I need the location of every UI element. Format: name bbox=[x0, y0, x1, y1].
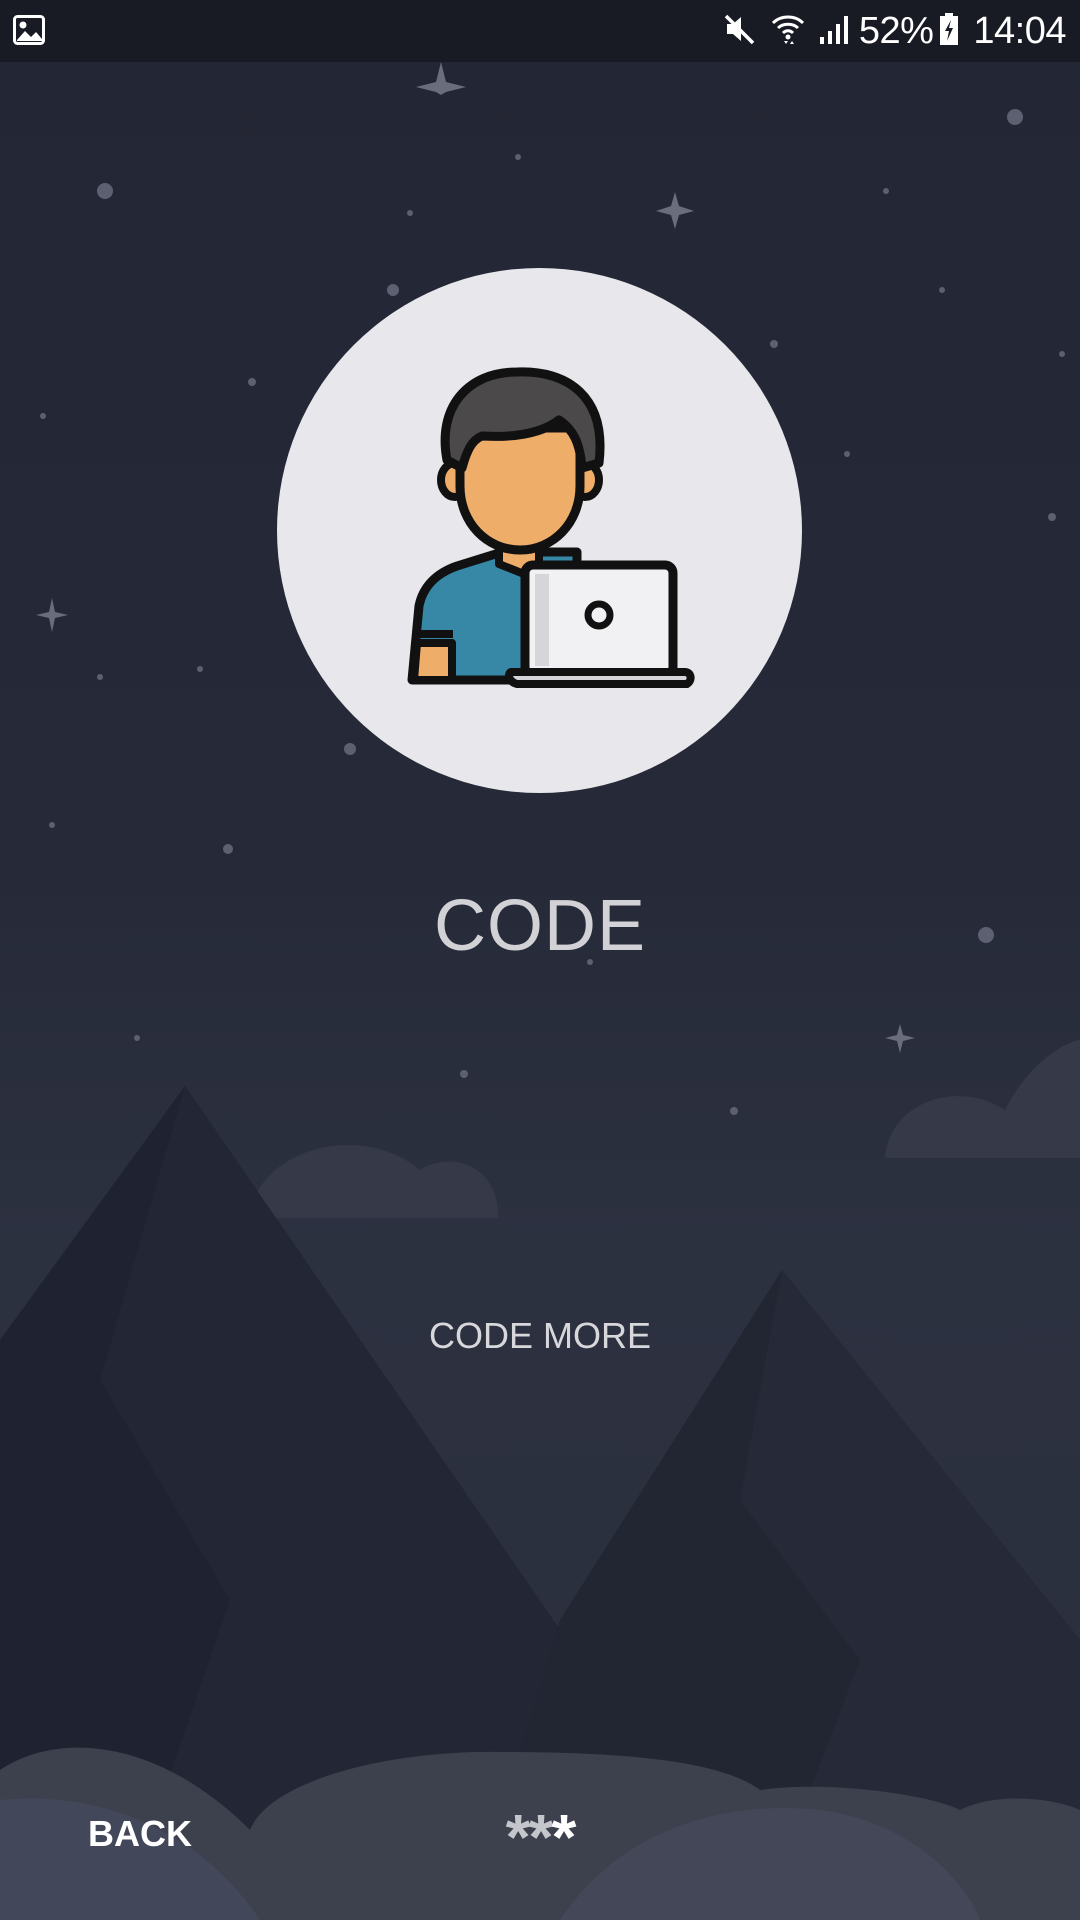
mute-icon bbox=[723, 12, 757, 51]
slide-title: CODE bbox=[433, 886, 647, 966]
status-bar: 52% 14:04 bbox=[0, 0, 1080, 62]
battery-charging-icon bbox=[939, 12, 959, 51]
signal-icon bbox=[819, 13, 851, 50]
page-indicator-dot[interactable]: * bbox=[529, 1801, 554, 1873]
page-indicator-dot-active[interactable]: * bbox=[551, 1801, 576, 1873]
developer-avatar-icon bbox=[277, 268, 802, 793]
clouds bbox=[250, 1040, 1080, 1218]
gallery-notification-icon bbox=[13, 15, 45, 45]
page-indicator-dot[interactable]: * bbox=[506, 1801, 531, 1873]
page-indicator[interactable]: *** bbox=[0, 1800, 1080, 1874]
onboarding-screen: 52% 14:04 CODE CODE MORE BACK *** bbox=[0, 0, 1080, 1920]
battery-percentage: 52% bbox=[858, 9, 934, 52]
wifi-icon bbox=[771, 12, 805, 51]
clock: 14:04 bbox=[973, 9, 1066, 52]
status-icons: 52% 14:04 bbox=[709, 0, 1066, 62]
slide-subtitle: CODE MORE bbox=[428, 1315, 651, 1356]
